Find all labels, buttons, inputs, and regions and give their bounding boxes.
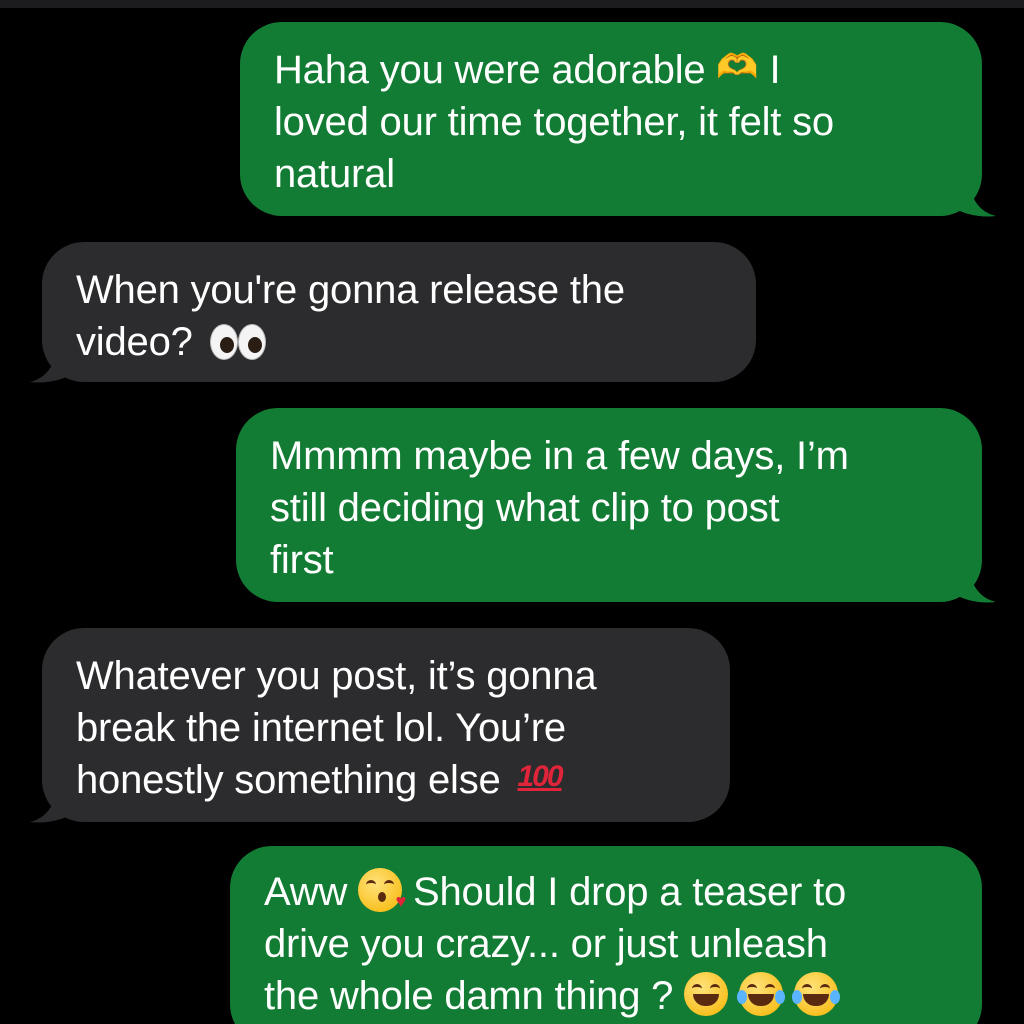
message-line: drive you crazy... or just unleash — [264, 922, 828, 966]
message-text: video? — [76, 320, 193, 364]
message-text: Should I drop a teaser to — [412, 870, 847, 914]
message-line: video? — [76, 316, 722, 368]
message-line: honestly something else 100 — [76, 754, 696, 806]
message-line: loved our time together, it felt so — [274, 100, 834, 144]
message-line: natural — [274, 152, 395, 196]
sent-message-bubble[interactable]: Aww ♥ Should I drop a teaser to drive yo… — [230, 846, 982, 1024]
message-text: Haha you were adorable — [274, 48, 706, 92]
heart-hands-icon: 🫶 — [716, 47, 759, 88]
message-line: Aww ♥ Should I drop a teaser to — [264, 866, 948, 918]
hundred-points-icon: 100 — [517, 760, 563, 794]
message-line: break the internet lol. You’re — [76, 706, 566, 750]
message-line: Mmmm maybe in a few days, I’m — [270, 434, 849, 478]
kissing-face-icon: ♥ — [358, 868, 406, 913]
message-line: When you're gonna release the — [76, 268, 625, 312]
message-line: first — [270, 538, 334, 582]
message-text: I — [769, 48, 781, 92]
sent-message-bubble[interactable]: Mmmm maybe in a few days, I’m still deci… — [236, 408, 982, 602]
sent-message-bubble[interactable]: Haha you were adorable 🫶 I loved our tim… — [240, 22, 982, 216]
message-line: still deciding what clip to post — [270, 486, 780, 530]
eyes-icon — [209, 320, 266, 361]
received-message-bubble[interactable]: When you're gonna release the video? — [42, 242, 756, 382]
message-line: Whatever you post, it’s gonna — [76, 654, 597, 698]
left-eye — [209, 324, 238, 361]
message-text: honestly something else — [76, 758, 501, 802]
top-bar-edge — [0, 0, 1024, 8]
tears-of-joy-icon — [791, 972, 840, 1017]
message-line: Haha you were adorable 🫶 I — [274, 44, 948, 96]
tears-of-joy-icon — [737, 972, 786, 1017]
message-text: the whole damn thing ? — [264, 974, 674, 1018]
grinning-sweat-icon — [684, 972, 729, 1017]
right-eye — [237, 324, 266, 361]
message-text: Aww — [264, 870, 348, 914]
received-message-bubble[interactable]: Whatever you post, it’s gonna break the … — [42, 628, 730, 822]
message-line: the whole damn thing ? — [264, 970, 948, 1022]
chat-screen: Haha you were adorable 🫶 I loved our tim… — [0, 0, 1024, 1024]
